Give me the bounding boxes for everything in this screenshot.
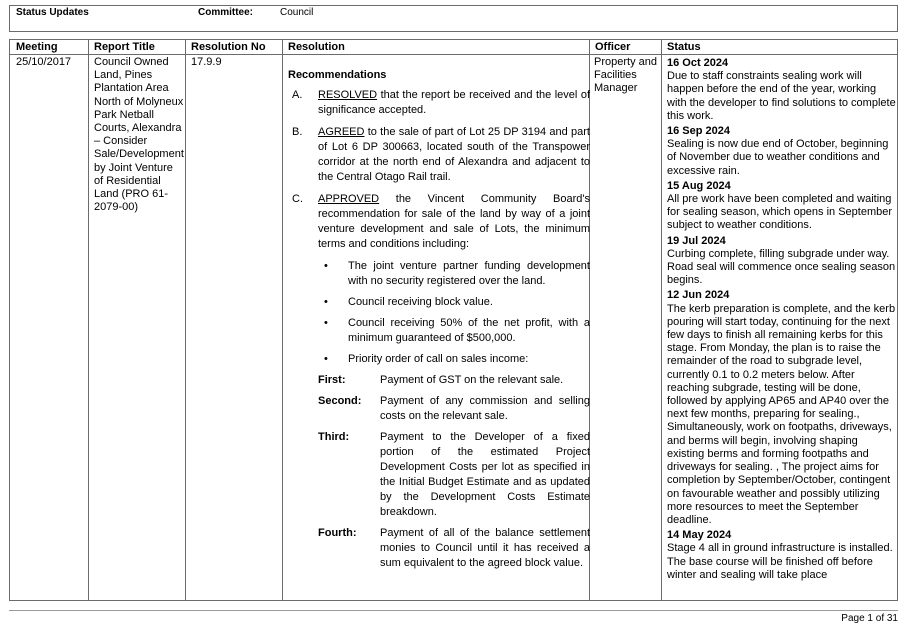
- column-divider: [185, 40, 186, 600]
- status-entry: 16 Sep 2024 Sealing is now due end of Oct…: [667, 125, 889, 177]
- page-number: Page 1 of 31: [841, 613, 898, 624]
- list-item: • Priority order of call on sales income:: [324, 353, 529, 365]
- header-divider: [10, 54, 897, 55]
- committee-value: Council: [280, 7, 314, 18]
- status-table: Meeting Report Title Resolution No Resol…: [9, 39, 898, 601]
- priority-item: First: Payment of GST on the relevant sal…: [318, 374, 564, 386]
- column-divider: [88, 40, 89, 600]
- col-header-status: Status: [667, 41, 701, 53]
- resolution-item-c: C. APPROVED the Vincent Community Board'…: [292, 193, 590, 250]
- list-item: • The joint venture partner funding devel…: [324, 260, 590, 287]
- footer-divider: [9, 610, 898, 611]
- status-updates: 16 Oct 2024 Due to staff constraints seal…: [667, 57, 897, 584]
- status-entry: 14 May 2024 Stage 4 all in ground infrast…: [667, 529, 893, 581]
- officer: Property and Facilities Manager: [594, 56, 657, 95]
- col-header-resno: Resolution No: [191, 41, 266, 53]
- list-item: • Council receiving 50% of the net profit…: [324, 317, 590, 344]
- status-updates-label: Status Updates: [16, 7, 89, 18]
- status-entry: 16 Oct 2024 Due to staff constraints seal…: [667, 57, 896, 122]
- column-divider: [282, 40, 283, 600]
- status-entry: 15 Aug 2024 All pre work have been comple…: [667, 179, 893, 232]
- committee-label: Committee:: [198, 7, 254, 18]
- col-header-title: Report Title: [94, 41, 155, 53]
- column-divider: [661, 40, 662, 600]
- resolution-item-b: B. AGREED to the sale of part of Lot 25 …: [292, 126, 590, 183]
- status-entry: 19 Jul 2024 Curbing complete, filling sub…: [667, 234, 896, 287]
- resolution-item-a: A. RESOLVED that the report be received …: [292, 89, 590, 116]
- meeting-date: 25/10/2017: [16, 56, 72, 68]
- col-header-officer: Officer: [595, 41, 631, 53]
- priority-item: Second: Payment of any commission and sel…: [318, 395, 590, 422]
- recommendations-heading: Recommendations: [288, 69, 387, 81]
- resolution-number: 17.9.9: [191, 56, 222, 68]
- priority-item: Third: Payment to the Developer of a fixe…: [318, 431, 590, 518]
- col-header-meeting: Meeting: [16, 41, 58, 53]
- header-box: Status Updates Committee: Council: [9, 5, 898, 32]
- list-item: • Council receiving block value.: [324, 296, 493, 308]
- resolution-text: Recommendations A. RESOLVED that the rep…: [288, 68, 590, 577]
- report-title: Council Owned Land, Pines Plantation Are…: [94, 56, 184, 214]
- status-entry: 12 Jun 2024 The kerb preparation is compl…: [667, 289, 896, 526]
- col-header-resolution: Resolution: [288, 41, 345, 53]
- priority-item: Fourth: Payment of all of the balance set…: [318, 527, 590, 569]
